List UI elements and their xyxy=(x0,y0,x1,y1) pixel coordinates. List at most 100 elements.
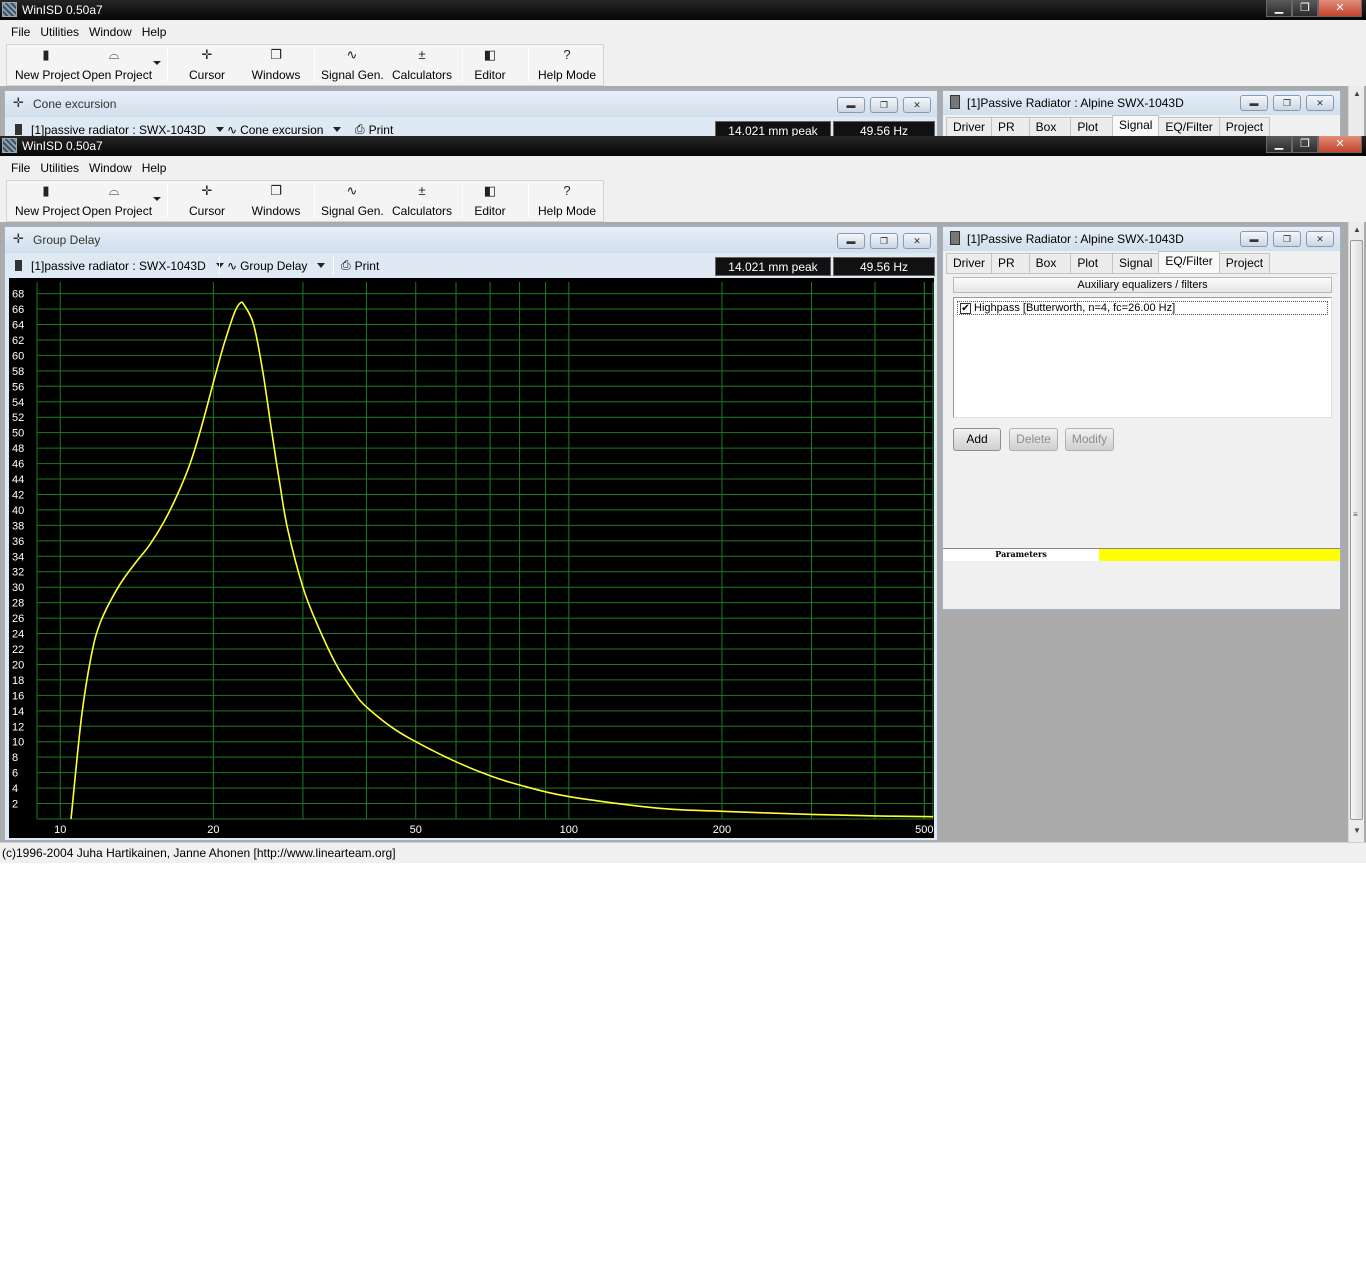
tab-box[interactable]: Box xyxy=(1028,117,1072,136)
x-tick-label: 20 xyxy=(207,824,219,836)
child-close-button[interactable]: ✕ xyxy=(903,97,931,113)
driver-select[interactable]: [1]passive radiator : SWX-1043D xyxy=(15,119,224,136)
tab-eq-filter[interactable]: EQ/Filter xyxy=(1158,117,1220,136)
windows-button[interactable]: ❐ Windows xyxy=(245,183,307,219)
toolbar-separator xyxy=(333,255,334,275)
child-minimize-button[interactable]: ▬ xyxy=(837,233,865,249)
tab-eq-filter[interactable]: EQ/Filter xyxy=(1158,251,1220,273)
child-close-button[interactable]: ✕ xyxy=(903,233,931,249)
y-tick-label: 2 xyxy=(12,799,18,811)
open-project-button[interactable]: ⌓ Open Project xyxy=(82,47,152,83)
background-title-bar: WinISD 0.50a7 ▁ ❐ ✕ xyxy=(0,0,1366,20)
filter-label: Highpass [Butterworth, n=4, fc=26.00 Hz] xyxy=(974,302,1176,314)
child-maximize-button[interactable]: ❐ xyxy=(870,233,898,249)
tab-signal[interactable]: Signal xyxy=(1112,253,1160,273)
vertical-scrollbar[interactable]: ▲ ≡ ▼ xyxy=(1348,222,1364,842)
readout-frequency: 49.56 Hz xyxy=(833,121,935,136)
open-project-button[interactable]: ⌓ Open Project xyxy=(82,183,152,219)
aux-equalizers-header: Auxiliary equalizers / filters xyxy=(953,277,1332,293)
tab-plot[interactable]: Plot xyxy=(1070,253,1114,273)
y-tick-label: 60 xyxy=(12,350,24,362)
filter-list[interactable]: ✔ Highpass [Butterworth, n=4, fc=26.00 H… xyxy=(953,297,1332,418)
tab-box[interactable]: Box xyxy=(1028,253,1072,273)
pin-icon[interactable]: ✛ xyxy=(13,95,24,111)
driver-select[interactable]: [1]passive radiator : SWX-1043D xyxy=(15,255,224,276)
panel-maximize-button[interactable]: ❐ xyxy=(1273,231,1301,247)
speaker-icon xyxy=(950,231,960,245)
toolbar-separator xyxy=(462,48,463,82)
menu-utilities[interactable]: Utilities xyxy=(35,25,84,39)
menu-window[interactable]: Window xyxy=(84,25,137,39)
print-button[interactable]: ⎙ Print xyxy=(355,119,393,136)
calculators-button[interactable]: ± Calculators xyxy=(389,47,455,83)
background-properties-panel: [1]Passive Radiator : Alpine SWX-1043D ▬… xyxy=(942,90,1341,136)
add-button[interactable]: Add xyxy=(953,428,1001,451)
panel-maximize-button[interactable]: ❐ xyxy=(1273,95,1301,111)
group-delay-chart[interactable]: 2468101214161820222426283032343638404244… xyxy=(9,278,934,838)
filter-checkbox[interactable]: ✔ xyxy=(960,302,971,314)
tab-pr[interactable]: PR xyxy=(991,253,1030,273)
panel-minimize-button[interactable]: ▬ xyxy=(1240,231,1268,247)
menu-file[interactable]: File xyxy=(6,25,35,39)
tab-driver[interactable]: Driver xyxy=(946,117,992,136)
maximize-button[interactable]: ❐ xyxy=(1292,136,1318,153)
panel-minimize-button[interactable]: ▬ xyxy=(1240,95,1268,111)
menu-help[interactable]: Help xyxy=(137,25,172,39)
menu-help[interactable]: Help xyxy=(137,161,172,175)
signal-gen-button[interactable]: ∿ Signal Gen. xyxy=(321,47,384,83)
y-tick-label: 18 xyxy=(12,675,24,687)
menu-window[interactable]: Window xyxy=(84,161,137,175)
close-button[interactable]: ✕ xyxy=(1318,0,1362,17)
y-tick-label: 4 xyxy=(12,783,18,795)
child-maximize-button[interactable]: ❐ xyxy=(870,97,898,113)
editor-button[interactable]: ◧ Editor xyxy=(469,47,511,83)
scroll-up-icon[interactable]: ▲ xyxy=(1353,225,1361,234)
minimize-button[interactable]: ▁ xyxy=(1266,0,1292,17)
maximize-button[interactable]: ❐ xyxy=(1292,0,1318,17)
help-icon: ? xyxy=(563,47,571,62)
cursor-icon: ✛ xyxy=(201,47,213,62)
tab-signal[interactable]: Signal xyxy=(1112,115,1160,136)
tab-pr[interactable]: PR xyxy=(991,117,1030,136)
print-button[interactable]: ⎙ Print xyxy=(341,255,379,276)
scroll-up-icon[interactable]: ▲ xyxy=(1353,89,1361,98)
graph-type-select[interactable]: ∿ Cone excursion xyxy=(227,119,342,136)
background-scrollbar[interactable]: ▲ xyxy=(1348,86,1364,136)
help-mode-button[interactable]: ? Help Mode xyxy=(535,47,599,83)
scroll-down-icon[interactable]: ▼ xyxy=(1353,826,1361,835)
new-project-button[interactable]: ▮ New Project xyxy=(15,47,80,83)
delete-button[interactable]: Delete xyxy=(1009,428,1058,451)
graph-type-select[interactable]: ∿ Group Delay xyxy=(227,255,326,276)
x-tick-label: 500 xyxy=(915,824,933,836)
cursor-button[interactable]: ✛ Cursor xyxy=(177,47,237,83)
app-icon xyxy=(2,138,17,153)
tab-project[interactable]: Project xyxy=(1218,253,1271,273)
parameters-fill xyxy=(1099,549,1340,561)
list-item[interactable]: ✔ Highpass [Butterworth, n=4, fc=26.00 H… xyxy=(957,301,1328,315)
windows-button[interactable]: ❐ Windows xyxy=(245,47,307,83)
new-project-button[interactable]: ▮ New Project xyxy=(15,183,80,219)
pin-icon[interactable]: ✛ xyxy=(13,231,24,247)
calculators-button[interactable]: ± Calculators xyxy=(389,183,455,219)
tab-driver[interactable]: Driver xyxy=(946,253,992,273)
child-minimize-button[interactable]: ▬ xyxy=(837,97,865,113)
menu-utilities[interactable]: Utilities xyxy=(35,161,84,175)
signal-gen-button[interactable]: ∿ Signal Gen. xyxy=(321,183,384,219)
scrollbar-thumb[interactable] xyxy=(1350,240,1363,820)
help-mode-button[interactable]: ? Help Mode xyxy=(535,183,599,219)
modify-button[interactable]: Modify xyxy=(1065,428,1114,451)
toolbar-separator xyxy=(167,184,168,218)
group-delay-plot[interactable]: 2 4 6 8 10 12 14 16 18 20 22 24 26 28 30 32 34 36 38 40 42 44… xyxy=(9,278,934,838)
tab-plot[interactable]: Plot xyxy=(1070,117,1114,136)
tab-project[interactable]: Project xyxy=(1218,117,1271,136)
minimize-button[interactable]: ▁ xyxy=(1266,136,1292,153)
editor-button[interactable]: ◧ Editor xyxy=(469,183,511,219)
close-button[interactable]: ✕ xyxy=(1318,136,1362,153)
panel-close-button[interactable]: ✕ xyxy=(1306,95,1334,111)
menu-file[interactable]: File xyxy=(6,161,35,175)
panel-close-button[interactable]: ✕ xyxy=(1306,231,1334,247)
scroll-grip-icon: ≡ xyxy=(1353,510,1358,519)
cursor-button[interactable]: ✛ Cursor xyxy=(177,183,237,219)
open-project-dropdown-icon[interactable] xyxy=(153,197,161,201)
open-project-dropdown-icon[interactable] xyxy=(153,61,161,65)
